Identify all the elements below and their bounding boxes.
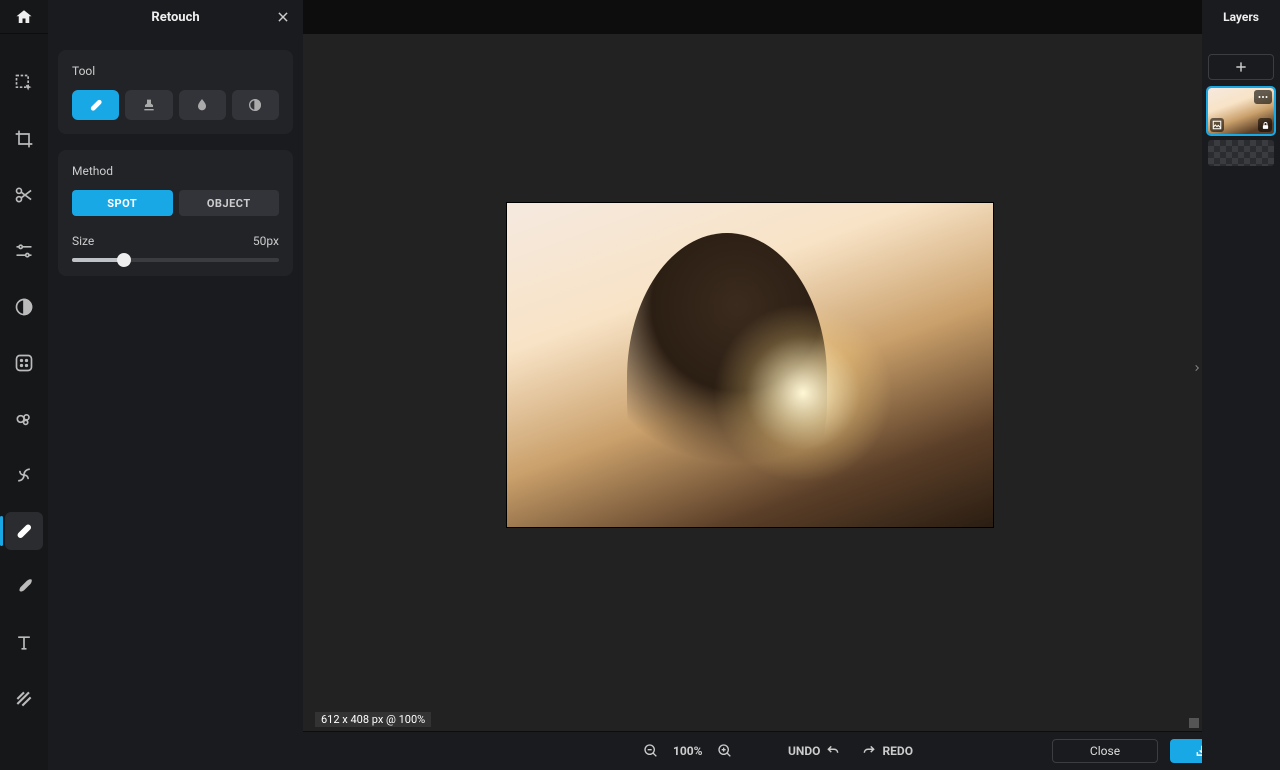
sliders-icon [14, 241, 34, 261]
tool-blur[interactable] [179, 90, 226, 120]
layer-thumb-1[interactable] [1208, 88, 1274, 134]
tool-crop[interactable] [5, 120, 43, 158]
layers-expand-button[interactable] [1192, 360, 1202, 376]
lines-icon [14, 689, 34, 709]
layer-type-indicator [1210, 118, 1224, 132]
undo-button[interactable]: UNDO [788, 744, 840, 758]
zoom-in-button[interactable] [717, 743, 733, 759]
spiral-icon [14, 465, 34, 485]
size-value: 50px [253, 234, 279, 248]
size-label: Size [72, 234, 94, 248]
tool-label: Tool [72, 64, 279, 78]
tool-contrast[interactable] [5, 288, 43, 326]
bottom-bar: 100% UNDO REDO Close Save [48, 732, 1280, 770]
tool-draw[interactable] [5, 568, 43, 606]
drop-icon [194, 97, 210, 113]
bandaid-icon [14, 521, 34, 541]
size-slider[interactable] [72, 258, 279, 262]
tool-disperse[interactable] [5, 456, 43, 494]
bandaid-icon [88, 97, 104, 113]
canvas-info: 612 x 408 px @ 100% [315, 712, 431, 727]
layer-lock[interactable] [1258, 118, 1272, 132]
tool-arrange[interactable] [5, 64, 43, 102]
panel-title: Retouch [151, 10, 199, 25]
retouch-panel: Retouch Tool Method SPOT OBJECT [48, 0, 303, 770]
home-button[interactable] [0, 0, 48, 34]
slider-thumb[interactable] [117, 253, 131, 267]
tool-heal[interactable] [72, 90, 119, 120]
plus-icon [1234, 60, 1248, 74]
dots-icon [1257, 93, 1269, 101]
undo-label: UNDO [788, 744, 820, 758]
method-card: Method SPOT OBJECT Size 50px [58, 150, 293, 276]
zoom-out-button[interactable] [643, 743, 659, 759]
tool-dodge[interactable] [232, 90, 279, 120]
contrast-icon [14, 297, 34, 317]
method-object[interactable]: OBJECT [179, 190, 280, 216]
stamp-icon [141, 97, 157, 113]
tool-rail [0, 0, 48, 770]
chevron-right-icon [1193, 362, 1201, 374]
liquify-icon [14, 409, 34, 429]
slider-fill [72, 258, 124, 262]
add-layer-button[interactable] [1208, 54, 1274, 80]
layers-title: Layers [1202, 0, 1280, 34]
tool-card: Tool [58, 50, 293, 134]
canvas-area[interactable]: 612 x 408 px @ 100% [303, 34, 1202, 731]
text-icon [14, 633, 34, 653]
panel-close-button[interactable] [273, 7, 293, 27]
layer-thumb-2[interactable] [1208, 140, 1274, 166]
method-spot[interactable]: SPOT [72, 190, 173, 216]
layer-menu-button[interactable] [1254, 90, 1272, 104]
tool-clone[interactable] [125, 90, 172, 120]
zoom-in-icon [717, 743, 733, 759]
zoom-controls: 100% [643, 743, 733, 759]
effect-icon [14, 353, 34, 373]
tool-liquify[interactable] [5, 400, 43, 438]
lock-icon [1261, 121, 1270, 130]
redo-icon [862, 744, 876, 758]
home-icon [15, 8, 33, 26]
brush-icon [14, 577, 34, 597]
panel-header: Retouch [48, 0, 303, 34]
redo-button[interactable]: REDO [862, 744, 913, 758]
crop-icon [14, 129, 34, 149]
tool-effect[interactable] [5, 344, 43, 382]
scissors-icon [14, 185, 34, 205]
undo-icon [826, 744, 840, 758]
picture-icon [1212, 120, 1222, 130]
zoom-value: 100% [673, 744, 703, 758]
scrollbar-corner [1189, 718, 1199, 728]
close-icon [276, 10, 290, 24]
method-label: Method [72, 164, 279, 178]
tool-cutout[interactable] [5, 176, 43, 214]
dodge-icon [247, 97, 263, 113]
layers-panel: Layers [1202, 0, 1280, 770]
tool-adjust[interactable] [5, 232, 43, 270]
canvas-image[interactable] [506, 202, 994, 528]
tool-text[interactable] [5, 624, 43, 662]
redo-label: REDO [882, 744, 913, 758]
tool-retouch[interactable] [5, 512, 43, 550]
arrange-icon [14, 73, 34, 93]
close-button[interactable]: Close [1052, 739, 1158, 763]
tool-element[interactable] [5, 680, 43, 718]
zoom-out-icon [643, 743, 659, 759]
